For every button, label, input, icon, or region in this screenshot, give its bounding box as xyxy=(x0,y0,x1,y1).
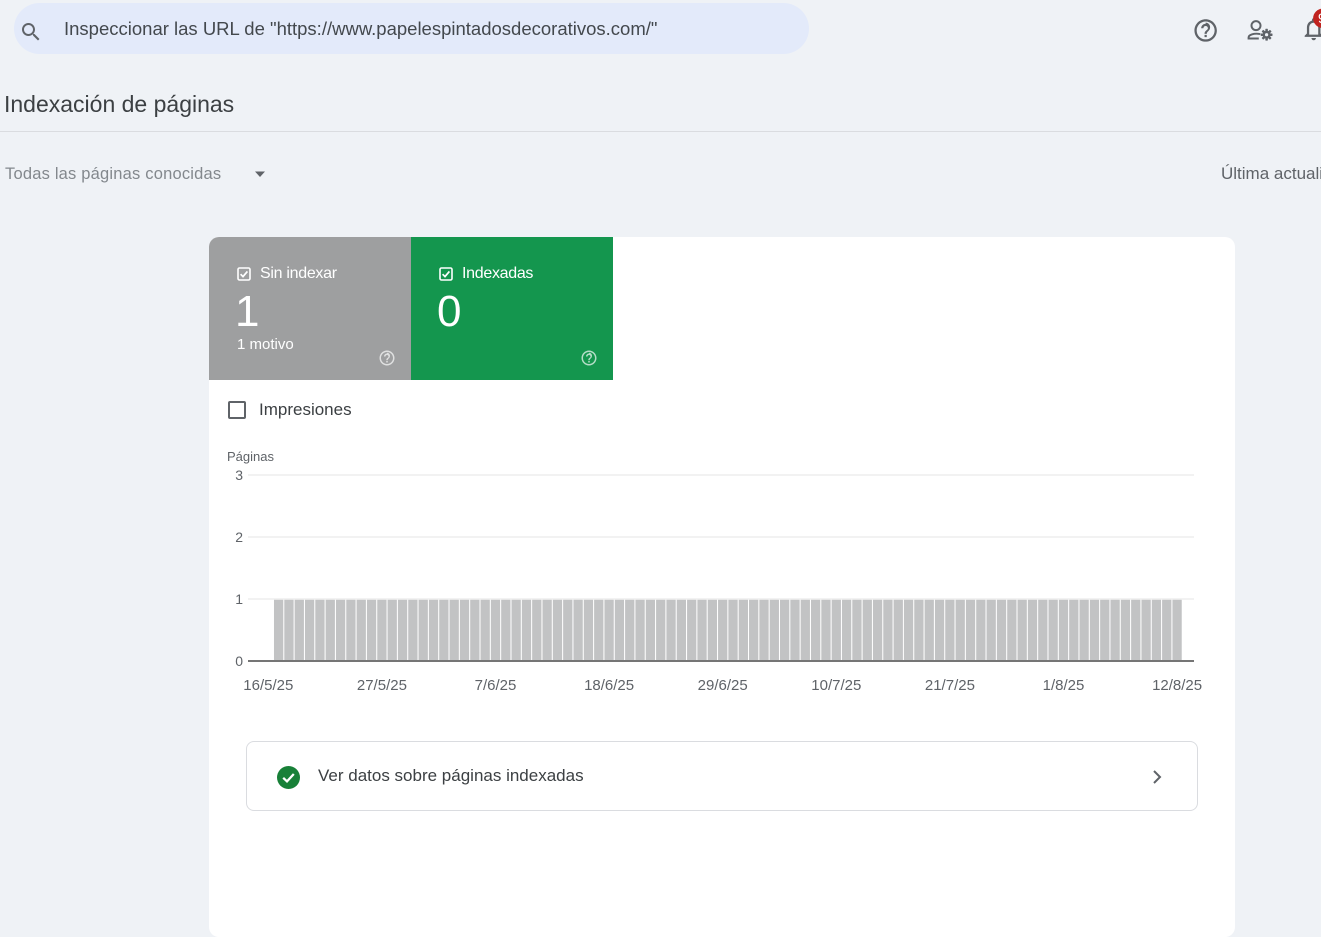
svg-text:0: 0 xyxy=(235,653,243,669)
svg-text:7/6/25: 7/6/25 xyxy=(475,677,517,694)
svg-text:2: 2 xyxy=(235,529,243,545)
svg-text:Páginas: Páginas xyxy=(227,449,274,464)
svg-text:1: 1 xyxy=(235,591,243,607)
svg-text:3: 3 xyxy=(235,467,243,483)
svg-text:16/5/25: 16/5/25 xyxy=(243,677,293,694)
svg-text:21/7/25: 21/7/25 xyxy=(925,677,975,694)
svg-text:10/7/25: 10/7/25 xyxy=(811,677,861,694)
svg-text:12/8/25: 12/8/25 xyxy=(1152,677,1202,694)
svg-text:18/6/25: 18/6/25 xyxy=(584,677,634,694)
svg-text:27/5/25: 27/5/25 xyxy=(357,677,407,694)
svg-text:29/6/25: 29/6/25 xyxy=(698,677,748,694)
svg-text:1/8/25: 1/8/25 xyxy=(1043,677,1085,694)
